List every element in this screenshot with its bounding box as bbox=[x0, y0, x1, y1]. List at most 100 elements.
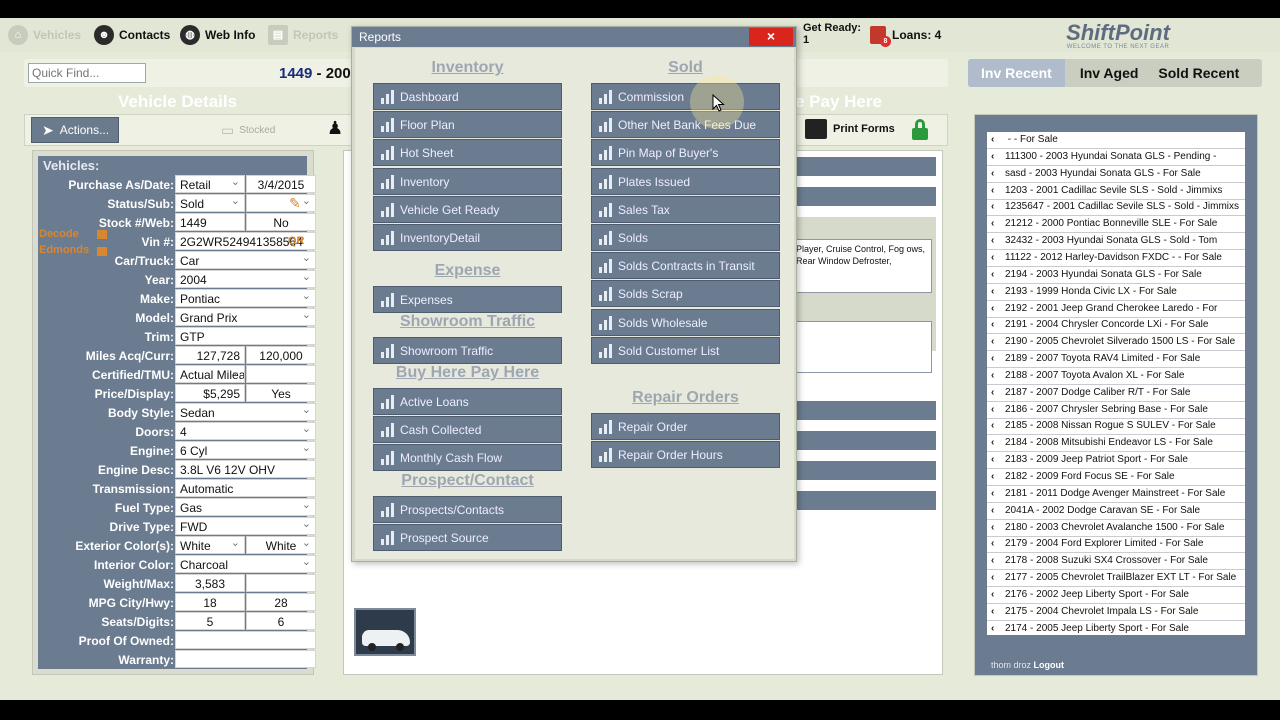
nav-vehicles[interactable]: ⌂ Vehicles bbox=[8, 23, 81, 47]
vehicle-field-value[interactable]: GTP bbox=[175, 327, 316, 345]
report-button[interactable]: Expenses bbox=[373, 286, 562, 313]
edmonds-icon[interactable] bbox=[97, 247, 107, 256]
stocked-indicator[interactable]: ▭ Stocked bbox=[221, 122, 275, 139]
logout-link[interactable]: Logout bbox=[1034, 660, 1065, 670]
vehicle-field-value[interactable]: Retail bbox=[175, 175, 245, 193]
list-item[interactable]: ‹ 2041A - 2002 Dodge Caravan SE - For Sal… bbox=[987, 503, 1245, 520]
report-button[interactable]: Sales Tax bbox=[591, 196, 780, 223]
qr-link[interactable]: QR bbox=[288, 235, 305, 247]
center-section-bar[interactable] bbox=[784, 461, 936, 480]
report-button[interactable]: Showroom Traffic bbox=[373, 337, 562, 364]
list-item[interactable]: ‹ 1235647 - 2001 Cadillac Sevile SLS - So… bbox=[987, 199, 1245, 216]
vehicle-field-value[interactable]: Sedan bbox=[175, 403, 316, 421]
center-section-bar[interactable] bbox=[784, 187, 936, 206]
list-item[interactable]: ‹ 2175 - 2004 Chevrolet Impala LS - For S… bbox=[987, 604, 1245, 621]
vehicle-field-value-secondary[interactable] bbox=[246, 365, 316, 383]
report-button[interactable]: Vehicle Get Ready bbox=[373, 196, 562, 223]
vehicle-field-value[interactable]: Sold bbox=[175, 194, 245, 212]
report-button[interactable]: Other Net Bank Fees Due bbox=[591, 111, 780, 138]
quick-find-input[interactable] bbox=[28, 63, 146, 83]
vehicle-field-value[interactable]: Car bbox=[175, 251, 316, 269]
vehicle-field-value[interactable]: Grand Prix bbox=[175, 308, 316, 326]
report-button[interactable]: Prospects/Contacts bbox=[373, 496, 562, 523]
vehicle-field-value-secondary[interactable]: Yes bbox=[246, 384, 316, 402]
vehicle-field-value[interactable]: 18 bbox=[175, 593, 245, 611]
list-item[interactable]: ‹ 2176 - 2002 Jeep Liberty Sport - For Sa… bbox=[987, 587, 1245, 604]
vehicle-field-value[interactable]: 1449 bbox=[175, 213, 245, 231]
edmonds-link[interactable]: Edmonds bbox=[39, 244, 89, 256]
list-item[interactable]: ‹ 11122 - 2012 Harley-Davidson FXDC - - F… bbox=[987, 250, 1245, 267]
print-forms-button[interactable]: Print Forms bbox=[805, 119, 895, 139]
person-icon[interactable]: ♟ bbox=[327, 118, 343, 139]
vehicle-field-value[interactable]: Automatic bbox=[175, 479, 316, 497]
report-button[interactable]: Cash Collected bbox=[373, 416, 562, 443]
vehicle-field-value-secondary[interactable]: 6 bbox=[246, 612, 316, 630]
list-item[interactable]: ‹ 2174 - 2005 Jeep Liberty Sport - For Sa… bbox=[987, 621, 1245, 635]
list-item[interactable]: ‹ 2188 - 2007 Toyota Avalon XL - For Sale bbox=[987, 368, 1245, 385]
report-button[interactable]: Floor Plan bbox=[373, 111, 562, 138]
report-button[interactable]: Prospect Source bbox=[373, 524, 562, 551]
list-item[interactable]: ‹ 2179 - 2004 Ford Explorer Limited - For… bbox=[987, 536, 1245, 553]
vehicle-field-value[interactable] bbox=[175, 650, 316, 668]
list-item[interactable]: ‹ 2182 - 2009 Ford Focus SE - For Sale bbox=[987, 469, 1245, 486]
vehicle-photo[interactable] bbox=[354, 608, 416, 656]
report-button[interactable]: Commission bbox=[591, 83, 780, 110]
get-ready-status[interactable]: Get Ready: 1 bbox=[803, 22, 861, 46]
list-item[interactable]: ‹ 2193 - 1999 Honda Civic LX - For Sale bbox=[987, 284, 1245, 301]
tab-inv-recent[interactable]: Inv Recent bbox=[968, 59, 1065, 87]
report-button[interactable]: Repair Order Hours bbox=[591, 441, 780, 468]
list-item[interactable]: ‹ 2178 - 2008 Suzuki SX4 Crossover - For … bbox=[987, 553, 1245, 570]
list-item[interactable]: ‹ 2190 - 2005 Chevrolet Silverado 1500 LS… bbox=[987, 334, 1245, 351]
list-item[interactable]: ‹ 1203 - 2001 Cadillac Sevile SLS - Sold … bbox=[987, 183, 1245, 200]
report-button[interactable]: Solds Scrap bbox=[591, 280, 780, 307]
list-item[interactable]: ‹ 32432 - 2003 Hyundai Sonata GLS - Sold … bbox=[987, 233, 1245, 250]
list-item[interactable]: ‹ 2192 - 2001 Jeep Grand Cherokee Laredo … bbox=[987, 301, 1245, 318]
report-button[interactable]: Sold Customer List bbox=[591, 337, 780, 364]
vehicle-field-value[interactable]: 3.8L V6 12V OHV bbox=[175, 460, 316, 478]
report-button[interactable]: Plates Issued bbox=[591, 168, 780, 195]
vehicle-field-value[interactable]: 2004 bbox=[175, 270, 316, 288]
list-item[interactable]: ‹ sasd - 2003 Hyundai Sonata GLS - For Sa… bbox=[987, 166, 1245, 183]
vehicle-field-value[interactable]: 3,583 bbox=[175, 574, 245, 592]
list-item[interactable]: ‹ 2181 - 2011 Dodge Avenger Mainstreet - … bbox=[987, 486, 1245, 503]
vehicle-field-value-secondary[interactable]: 3/4/2015 bbox=[246, 175, 316, 193]
vehicle-field-value[interactable]: $5,295 bbox=[175, 384, 245, 402]
list-item[interactable]: ‹ 2183 - 2009 Jeep Patriot Sport - For Sa… bbox=[987, 452, 1245, 469]
report-button[interactable]: Repair Order bbox=[591, 413, 780, 440]
vehicle-field-value[interactable]: 6 Cyl bbox=[175, 441, 316, 459]
recent-list[interactable]: ‹ - - For Sale ‹ 111300 - 2003 Hyundai Son… bbox=[987, 132, 1245, 635]
nav-contacts[interactable]: ☻ Contacts bbox=[94, 23, 170, 47]
unlock-icon[interactable] bbox=[911, 119, 929, 141]
vehicle-field-value-secondary[interactable]: 28 bbox=[246, 593, 316, 611]
report-button[interactable]: Active Loans bbox=[373, 388, 562, 415]
close-button[interactable]: × bbox=[749, 28, 793, 46]
tab-inv-aged[interactable]: Inv Aged bbox=[1073, 65, 1146, 81]
list-item[interactable]: ‹ 21212 - 2000 Pontiac Bonneville SLE - F… bbox=[987, 216, 1245, 233]
list-item[interactable]: ‹ 2189 - 2007 Toyota RAV4 Limited - For S… bbox=[987, 351, 1245, 368]
report-button[interactable]: Solds Contracts in Transit bbox=[591, 252, 780, 279]
center-section-bar[interactable] bbox=[784, 491, 936, 510]
center-section-bar[interactable] bbox=[784, 401, 936, 420]
vehicle-field-value[interactable]: FWD bbox=[175, 517, 316, 535]
list-item[interactable]: ‹ 111300 - 2003 Hyundai Sonata GLS - Pend… bbox=[987, 149, 1245, 166]
vehicle-field-value-secondary[interactable]: 120,000 bbox=[246, 346, 316, 364]
vehicle-field-value[interactable]: 127,728 bbox=[175, 346, 245, 364]
vehicle-field-value[interactable]: White bbox=[175, 536, 245, 554]
vehicle-field-value[interactable]: Charcoal bbox=[175, 555, 316, 573]
vehicle-field-value-secondary[interactable] bbox=[246, 194, 316, 212]
report-button[interactable]: Monthly Cash Flow bbox=[373, 444, 562, 471]
list-item[interactable]: ‹ 2184 - 2008 Mitsubishi Endeavor LS - Fo… bbox=[987, 435, 1245, 452]
report-button[interactable]: Pin Map of Buyer's bbox=[591, 139, 780, 166]
decode-icon[interactable] bbox=[97, 230, 107, 239]
vehicle-field-value[interactable]: Actual Mileage bbox=[175, 365, 245, 383]
list-item[interactable]: ‹ 2185 - 2008 Nissan Rogue S SULEV - For … bbox=[987, 418, 1245, 435]
report-button[interactable]: Dashboard bbox=[373, 83, 562, 110]
vehicle-field-value[interactable]: 4 bbox=[175, 422, 316, 440]
nav-web-info[interactable]: ◍ Web Info bbox=[180, 23, 255, 47]
report-button[interactable]: InventoryDetail bbox=[373, 224, 562, 251]
options-textbox[interactable]: Player, Cruise Control, Fog ows, Rear Wi… bbox=[792, 239, 932, 293]
vehicle-field-value[interactable] bbox=[175, 631, 316, 649]
actions-button[interactable]: ➤ Actions... bbox=[31, 117, 119, 143]
vehicle-field-value[interactable]: Pontiac bbox=[175, 289, 316, 307]
vehicle-field-value[interactable]: Gas bbox=[175, 498, 316, 516]
